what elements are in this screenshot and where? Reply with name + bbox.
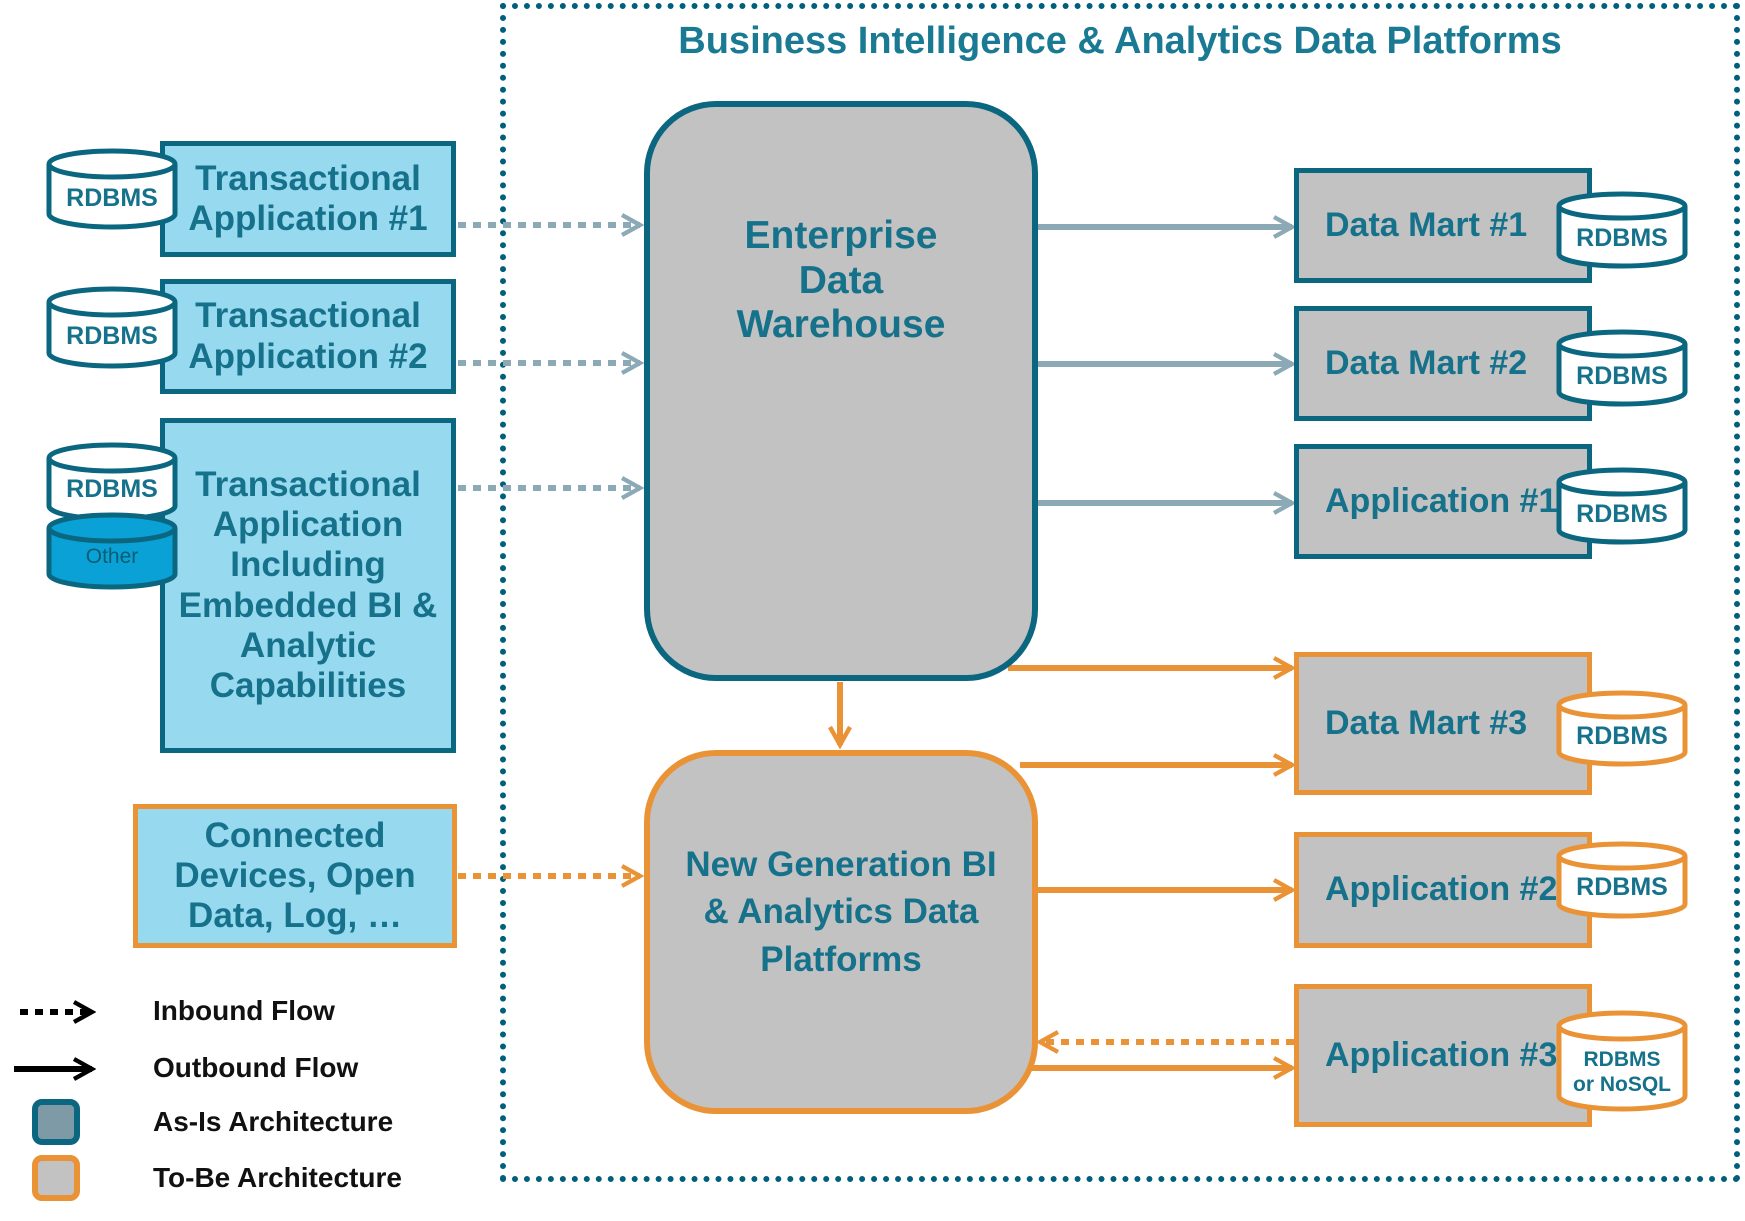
target-cylinders-layer	[1556, 191, 1688, 1112]
rdbms-label-app1: RDBMS	[1576, 500, 1668, 528]
rdbms-label-dm1: RDBMS	[1576, 224, 1668, 252]
rdbms-label-dm2: RDBMS	[1576, 362, 1668, 390]
legend-to-be-label: To-Be Architecture	[153, 1162, 402, 1193]
legend-inbound-label: Inbound Flow	[153, 995, 335, 1026]
rdbms-label-app3-line1: RDBMS	[1583, 1047, 1661, 1071]
architecture-diagram: Business Intelligence & Analytics Data P…	[0, 0, 1745, 1221]
rdbms-label-dm3: RDBMS	[1576, 722, 1668, 750]
rdbms-label-app2: RDBMS	[1576, 873, 1668, 901]
rdbms-label-app3-line2: or NoSQL	[1573, 1073, 1671, 1096]
legend-as-is-label: As-Is Architecture	[153, 1106, 394, 1137]
legend-outbound-label: Outbound Flow	[153, 1052, 359, 1083]
rdbms-label-app3: RDBMS or NoSQL	[1559, 1040, 1685, 1104]
